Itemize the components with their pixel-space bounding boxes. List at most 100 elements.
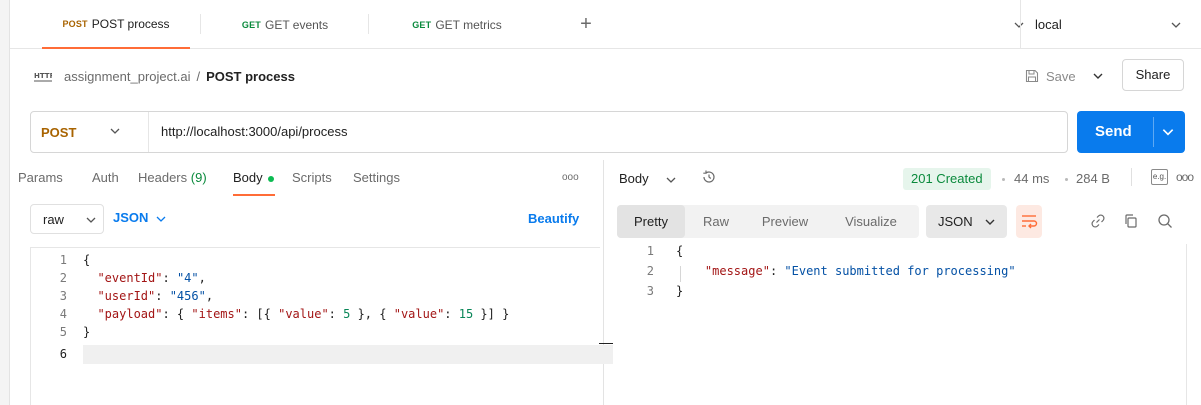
code-line: { <box>83 253 91 267</box>
response-format-label: JSON <box>938 214 973 229</box>
panel-divider[interactable] <box>603 160 604 405</box>
examples-icon[interactable]: e.g. <box>1151 169 1168 185</box>
method-label: POST <box>41 124 77 140</box>
body-modified-dot <box>267 175 274 182</box>
code-line: } <box>83 325 91 339</box>
response-size[interactable]: 284 B <box>1076 171 1110 186</box>
response-scrollbar[interactable] <box>1186 244 1187 405</box>
beautify-button[interactable]: Beautify <box>528 211 579 226</box>
meta-separator <box>1002 178 1005 181</box>
response-format-select[interactable]: JSON <box>926 205 1007 238</box>
tab-get-events[interactable]: GET GET events <box>210 0 360 49</box>
request-body-editor[interactable]: 1 2 3 4 5 6 { "eventId": "4", "userId": … <box>30 247 613 405</box>
view-tab-preview[interactable]: Preview <box>751 205 819 238</box>
send-button[interactable]: Send <box>1077 111 1185 153</box>
send-label: Send <box>1095 123 1132 140</box>
response-body-select[interactable]: Body <box>619 171 676 186</box>
environment-select[interactable]: local <box>1035 17 1062 32</box>
url-input[interactable]: http://localhost:3000/api/process <box>161 112 347 152</box>
copy-icon[interactable] <box>1122 212 1140 230</box>
body-mode-select[interactable]: raw <box>30 204 104 234</box>
chevron-down-icon[interactable] <box>1092 70 1104 82</box>
line-number: 2 <box>59 271 67 285</box>
chevron-down-icon <box>86 217 96 223</box>
meta-separator <box>1065 178 1068 181</box>
response-view-tabs: Pretty Raw Preview Visualize <box>617 205 919 238</box>
headers-count: (9) <box>190 170 207 185</box>
save-label: Save <box>1046 68 1076 84</box>
tab-headers[interactable]: Headers (9) <box>138 170 207 185</box>
more-options-icon[interactable]: ooo <box>562 172 579 183</box>
chevron-down-icon <box>110 128 120 134</box>
line-number: 3 <box>646 284 654 298</box>
tab-separator <box>200 14 201 34</box>
save-button[interactable]: Save <box>1024 61 1076 91</box>
share-button[interactable]: Share <box>1122 59 1184 91</box>
environment-divider <box>1020 0 1021 49</box>
active-tab-underline <box>233 194 275 196</box>
line-number: 1 <box>59 253 67 267</box>
response-body-label: Body <box>619 171 649 186</box>
view-tab-pretty[interactable]: Pretty <box>617 205 685 238</box>
save-divider <box>1109 61 1110 91</box>
chevron-down-icon <box>666 177 676 183</box>
tab-label: GET events <box>264 17 329 32</box>
line-number: 5 <box>59 325 67 339</box>
body-type-select[interactable]: JSON <box>113 210 166 225</box>
tab-get-metrics[interactable]: GET GET metrics <box>382 0 532 49</box>
editor-scroll-marker <box>599 343 613 344</box>
link-icon[interactable] <box>1089 212 1107 230</box>
http-icon-text: HTTP <box>34 72 52 80</box>
search-icon[interactable] <box>1156 212 1174 230</box>
wrap-lines-icon <box>1022 215 1038 229</box>
save-icon <box>1025 69 1039 83</box>
chevron-down-icon[interactable] <box>1170 19 1182 31</box>
tab-body[interactable]: Body <box>233 170 274 185</box>
breadcrumb-separator: / <box>196 68 201 84</box>
response-code-line: } <box>676 284 684 298</box>
line-number: 3 <box>59 289 67 303</box>
tab-label: POST process <box>91 16 170 31</box>
history-icon[interactable] <box>700 168 718 186</box>
http-icon: HTTP <box>34 72 52 82</box>
more-options-icon[interactable]: ooo <box>1176 170 1194 184</box>
active-line-highlight <box>83 345 613 364</box>
chevron-down-icon[interactable] <box>1161 125 1175 139</box>
tab-post-process[interactable]: POST POST process <box>42 0 190 49</box>
status-badge[interactable]: 201 Created <box>903 168 991 190</box>
left-edge-strip <box>0 0 10 405</box>
code-line: "userId": "456", <box>97 289 214 303</box>
tab-params[interactable]: Params <box>18 170 63 185</box>
tab-auth[interactable]: Auth <box>92 170 119 185</box>
method-select[interactable]: POST <box>31 112 149 152</box>
url-bar: POST http://localhost:3000/api/process <box>30 111 1068 153</box>
breadcrumb: HTTP assignment_project.ai / POST proces… <box>34 62 295 90</box>
send-divider <box>1153 117 1154 147</box>
body-mode-label: raw <box>43 211 64 227</box>
response-time[interactable]: 44 ms <box>1014 171 1049 186</box>
wrap-lines-button[interactable] <box>1016 205 1042 238</box>
meta-divider <box>1131 168 1132 186</box>
view-tab-visualize[interactable]: Visualize <box>831 205 911 238</box>
tab-settings[interactable]: Settings <box>353 170 400 185</box>
tab-method-badge: POST <box>62 18 88 29</box>
new-tab-button[interactable]: + <box>574 0 598 49</box>
tab-headers-label: Headers <box>138 170 188 185</box>
tab-separator <box>368 14 369 34</box>
tab-body-label: Body <box>233 170 263 185</box>
line-number: 1 <box>646 244 654 258</box>
line-number: 2 <box>646 264 654 278</box>
chevron-down-icon <box>985 219 995 225</box>
tab-method-badge: GET <box>241 19 261 30</box>
tab-label: GET metrics <box>435 17 502 32</box>
chevron-down-icon <box>156 216 166 222</box>
breadcrumb-collection[interactable]: assignment_project.ai <box>64 69 190 84</box>
response-code-line: "message": "Event submitted for processi… <box>704 264 1016 278</box>
breadcrumb-request-name[interactable]: POST process <box>206 69 295 84</box>
tab-scripts[interactable]: Scripts <box>292 170 332 185</box>
tab-method-badge: GET <box>412 19 432 30</box>
line-number: 4 <box>59 307 67 321</box>
code-line: "eventId": "4", <box>97 271 206 285</box>
chevron-down-icon[interactable] <box>1013 19 1025 31</box>
view-tab-raw[interactable]: Raw <box>693 205 739 238</box>
